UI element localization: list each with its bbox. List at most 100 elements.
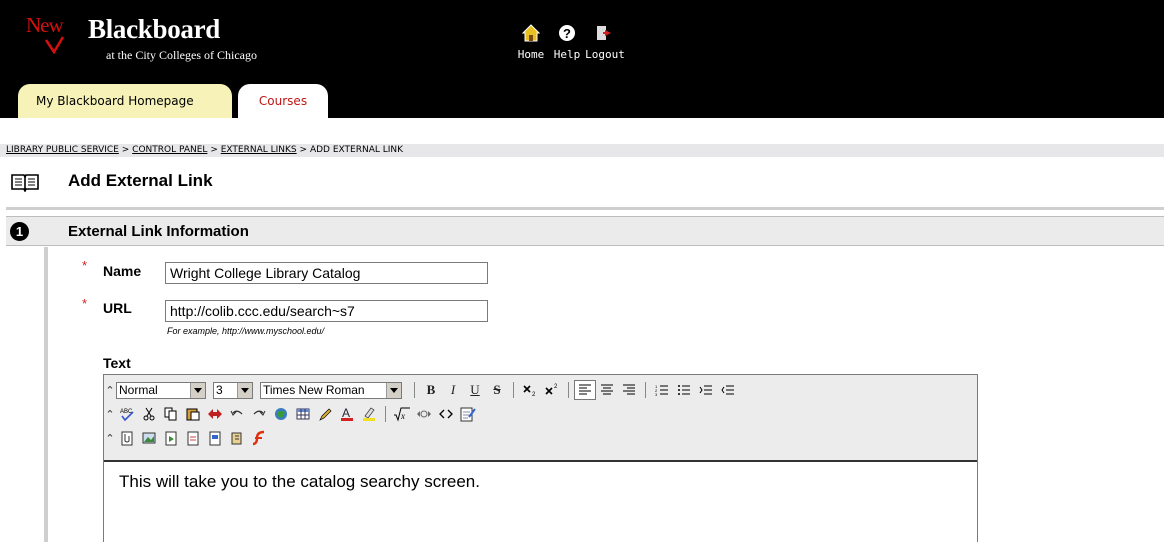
format-select[interactable]: Normal <box>116 381 206 399</box>
subscript-button[interactable]: 2 <box>519 380 541 400</box>
outdent-button[interactable] <box>717 380 739 400</box>
text-label: Text <box>103 355 131 371</box>
align-center-icon <box>601 384 613 395</box>
strikethrough-button[interactable]: S <box>486 380 508 400</box>
logo-subtitle: at the City Colleges of Chicago <box>106 48 257 62</box>
collapse-toolbar-icon[interactable]: ⌃ <box>104 408 116 421</box>
align-center-button[interactable] <box>596 380 618 400</box>
logo-new-text: New <box>26 13 64 37</box>
insert-audio-button[interactable] <box>182 428 204 448</box>
breadcrumb-link-external-links[interactable]: EXTERNAL LINKS <box>221 145 297 155</box>
highlight-color-button[interactable] <box>358 404 380 424</box>
chevron-down-icon <box>190 382 205 398</box>
italic-button[interactable]: I <box>442 380 464 400</box>
insert-flash-button[interactable] <box>248 428 270 448</box>
multimedia-icon <box>231 432 242 445</box>
web-equation-icon <box>417 410 431 418</box>
paste-button[interactable] <box>182 404 204 424</box>
font-select[interactable]: Times New Roman <box>260 381 402 399</box>
section-title: External Link Information <box>68 223 249 240</box>
text-color-icon: A <box>341 406 353 421</box>
svg-text:x: x <box>400 411 405 421</box>
url-input[interactable]: http://colib.ccc.edu/search~s7 <box>165 300 488 322</box>
paste-icon <box>186 408 200 421</box>
insert-table-button[interactable] <box>292 404 314 424</box>
insert-multimedia-button[interactable] <box>226 428 248 448</box>
size-select-value: 3 <box>216 382 223 397</box>
breadcrumb-separator: > <box>121 145 130 155</box>
audio-file-icon <box>187 431 199 446</box>
toolbar-row-1: ⌃ Normal 3 Times New Roman B I U S 2 2 1… <box>104 379 739 401</box>
logo-check-icon <box>44 36 64 54</box>
bullet-list-button[interactable] <box>673 380 695 400</box>
align-left-button[interactable] <box>574 380 596 400</box>
code-icon <box>439 409 453 419</box>
svg-text:2: 2 <box>532 392 536 397</box>
attach-file-button[interactable] <box>116 428 138 448</box>
section-header: 1 External Link Information <box>6 216 1164 246</box>
indent-button[interactable] <box>695 380 717 400</box>
breadcrumb-link-control-panel[interactable]: CONTROL PANEL <box>132 145 207 155</box>
superscript-icon: 2 <box>545 384 558 395</box>
nav-logout-link[interactable]: Logout <box>582 24 628 61</box>
redo-button[interactable] <box>248 404 270 424</box>
svg-text:?: ? <box>563 26 571 41</box>
breadcrumb-separator: > <box>299 145 308 155</box>
find-replace-button[interactable] <box>204 404 226 424</box>
preview-icon <box>460 407 476 422</box>
section-side-bar <box>44 247 48 542</box>
url-required-mark: * <box>82 296 88 311</box>
attach-file-icon <box>121 431 133 446</box>
toolbar-separator <box>414 382 415 398</box>
tab-courses[interactable]: Courses <box>238 84 328 118</box>
web-equation-button[interactable] <box>413 404 435 424</box>
insert-image-button[interactable] <box>138 428 160 448</box>
ordered-list-icon: 123 <box>655 384 668 396</box>
header-bar: New Blackboard at the City Colleges of C… <box>0 0 1164 118</box>
breadcrumb-link-library-public-service[interactable]: LIBRARY PUBLIC SERVICE <box>6 145 119 155</box>
url-example-hint: For example, http://www.myschool.edu/ <box>167 326 325 336</box>
editor-content-area[interactable]: This will take you to the catalog search… <box>104 460 977 542</box>
insert-link-button[interactable] <box>270 404 292 424</box>
preview-button[interactable] <box>457 404 479 424</box>
image-icon <box>142 432 156 444</box>
spellcheck-button[interactable]: ABC <box>116 404 138 424</box>
underline-button[interactable]: U <box>464 380 486 400</box>
breadcrumb-current: ADD EXTERNAL LINK <box>309 145 404 155</box>
insert-media-button[interactable] <box>160 428 182 448</box>
draw-line-button[interactable] <box>314 404 336 424</box>
nav-help-label: Help <box>553 48 581 61</box>
collapse-toolbar-icon[interactable]: ⌃ <box>104 432 116 445</box>
spellcheck-icon: ABC <box>120 409 134 421</box>
collapse-toolbar-icon[interactable]: ⌃ <box>104 384 116 397</box>
name-input[interactable]: Wright College Library Catalog <box>165 262 488 284</box>
breadcrumb-separator: > <box>210 145 218 155</box>
breadcrumb: LIBRARY PUBLIC SERVICE > CONTROL PANEL >… <box>0 144 1164 157</box>
cut-button[interactable] <box>138 404 160 424</box>
align-right-button[interactable] <box>618 380 640 400</box>
bold-button[interactable]: B <box>420 380 442 400</box>
document-icon <box>209 431 221 446</box>
find-replace-icon <box>208 409 222 419</box>
equation-button[interactable]: x <box>391 404 413 424</box>
tab-my-blackboard-homepage[interactable]: My Blackboard Homepage <box>18 84 232 118</box>
book-icon <box>11 174 39 192</box>
chevron-down-icon <box>386 382 401 398</box>
toolbar-row-2: ⌃ ABC A x <box>104 403 479 425</box>
step-number-badge: 1 <box>10 222 29 241</box>
undo-button[interactable] <box>226 404 248 424</box>
help-icon: ? <box>559 25 575 41</box>
pencil-icon <box>319 408 332 421</box>
insert-document-button[interactable] <box>204 428 226 448</box>
copy-button[interactable] <box>160 404 182 424</box>
editor-content-text: This will take you to the catalog search… <box>119 472 480 491</box>
ordered-list-button[interactable]: 123 <box>651 380 673 400</box>
html-source-button[interactable] <box>435 404 457 424</box>
equation-icon: x <box>394 407 410 422</box>
text-color-button[interactable]: A <box>336 404 358 424</box>
size-select[interactable]: 3 <box>213 381 253 399</box>
svg-text:2: 2 <box>554 384 558 390</box>
toolbar-separator <box>385 406 386 422</box>
superscript-button[interactable]: 2 <box>541 380 563 400</box>
indent-icon <box>699 385 712 395</box>
